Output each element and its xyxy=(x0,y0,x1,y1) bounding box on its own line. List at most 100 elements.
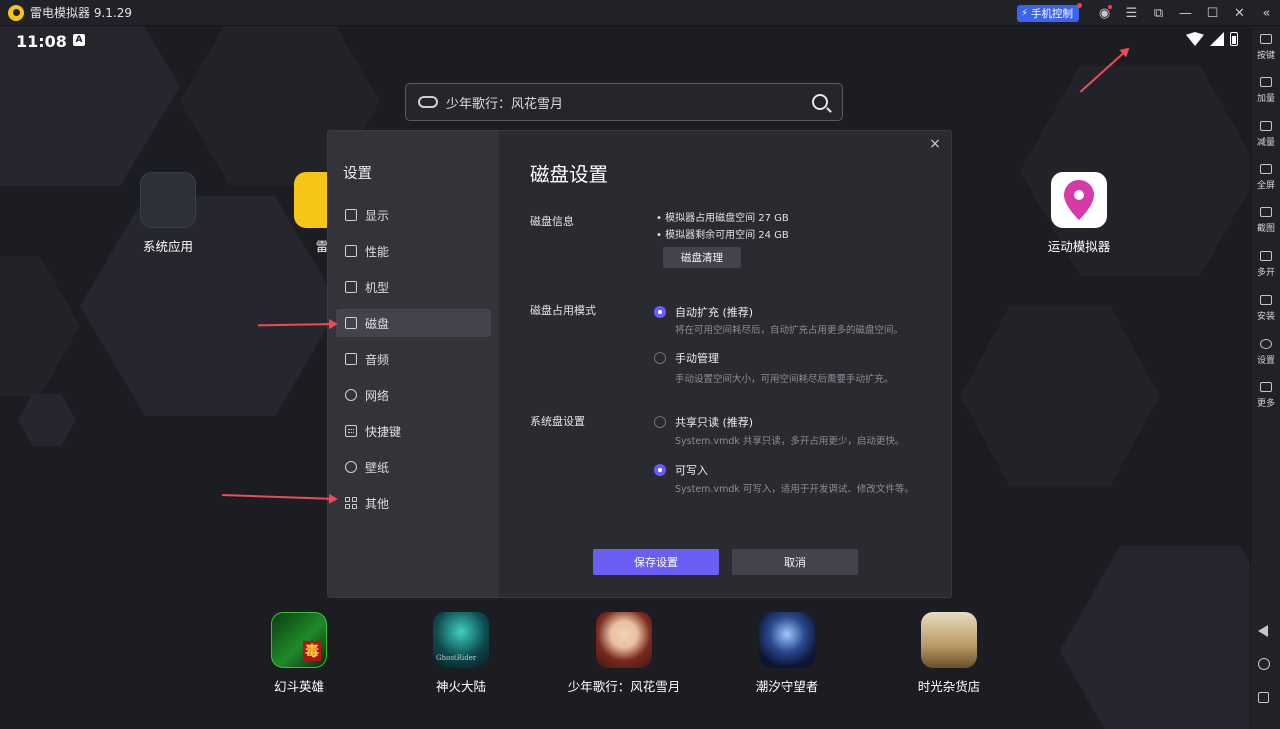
toolbar-fullscreen[interactable]: 全屏 xyxy=(1251,164,1280,191)
save-settings-button[interactable]: 保存设置 xyxy=(593,549,719,575)
toolbar-label: 安装 xyxy=(1256,312,1275,322)
home-icon[interactable] xyxy=(1258,658,1270,670)
cancel-button[interactable]: 取消 xyxy=(732,549,858,575)
app-label: 神火大陆 xyxy=(435,679,486,694)
toolbar-settings[interactable]: 设置 xyxy=(1251,339,1280,366)
nav-label: 机型 xyxy=(365,280,390,295)
app-label: 潮汐守望者 xyxy=(755,679,819,694)
toolbar-keymap[interactable]: 按键 xyxy=(1251,34,1280,61)
install-icon xyxy=(1260,295,1272,305)
toolbar-more[interactable]: 更多 xyxy=(1251,382,1280,409)
keymap-icon xyxy=(1260,34,1272,44)
nav-label: 磁盘 xyxy=(365,316,390,331)
location-pin-icon xyxy=(1051,172,1107,228)
app-label: 时光杂货店 xyxy=(917,679,981,694)
settings-dialog: 设置 显示 性能 机型 磁盘 音频 网络 快捷键 壁纸 其他 × 磁盘设置 磁盘… xyxy=(327,130,952,598)
app-label: 幻斗英雄 xyxy=(273,679,324,694)
app-label: 运动模拟器 xyxy=(1047,239,1111,254)
game-icon-chaoxi xyxy=(759,612,815,668)
toolbar-install[interactable]: 安装 xyxy=(1251,295,1280,322)
network-icon xyxy=(345,389,357,401)
menu-icon[interactable]: ☰ xyxy=(1118,0,1145,26)
toolbar-label: 减量 xyxy=(1256,138,1275,148)
option-label: 自动扩充 (推荐) xyxy=(675,306,754,319)
other-icon xyxy=(345,497,357,509)
system-disk-shared-option[interactable]: 共享只读 (推荐) xyxy=(654,414,753,430)
lightning-icon: ⚡ xyxy=(1020,7,1028,19)
disk-clean-button[interactable]: 磁盘清理 xyxy=(663,247,741,268)
dialog-close-icon[interactable]: × xyxy=(927,136,943,152)
device-model-icon xyxy=(345,281,357,293)
toolbar-label: 设置 xyxy=(1256,356,1275,366)
disk-used-info: • 模拟器占用磁盘空间 27 GB xyxy=(656,213,789,224)
app-chaoxi-shouwangzhe[interactable]: 潮汐守望者 xyxy=(732,612,842,695)
nav-label: 音频 xyxy=(365,352,390,367)
settings-nav-device-model[interactable]: 机型 xyxy=(336,273,491,301)
settings-nav-shortcuts[interactable]: 快捷键 xyxy=(336,417,491,445)
radio-selected[interactable] xyxy=(654,306,666,318)
notification-dot xyxy=(1077,2,1082,8)
radio-unselected[interactable] xyxy=(654,416,666,428)
toolbar-screenshot[interactable]: 截图 xyxy=(1251,207,1280,234)
option-desc: System.vmdk 共享只读，多开占用更少，启动更快。 xyxy=(675,436,905,447)
game-icon-shenhuo: GhostRider xyxy=(433,612,489,668)
toolbar-multi-instance[interactable]: 多开 xyxy=(1251,251,1280,278)
option-label: 共享只读 (推荐) xyxy=(675,416,754,429)
app-huandou-yingxiong[interactable]: 毒 幻斗英雄 xyxy=(244,612,354,695)
minimize-icon[interactable]: — xyxy=(1172,0,1199,26)
volume-up-icon xyxy=(1260,77,1272,87)
fullscreen-icon xyxy=(1260,164,1272,174)
settings-nav-network[interactable]: 网络 xyxy=(336,381,491,409)
nav-label: 显示 xyxy=(365,208,390,223)
clock: 11:08 xyxy=(16,32,67,51)
nav-label: 网络 xyxy=(365,388,390,403)
settings-nav-performance[interactable]: 性能 xyxy=(336,237,491,265)
toolbar-volume-down[interactable]: 减量 xyxy=(1251,121,1280,148)
search-icon[interactable] xyxy=(812,94,828,110)
settings-nav-other[interactable]: 其他 xyxy=(336,489,491,517)
back-icon[interactable] xyxy=(1258,625,1268,637)
close-icon[interactable]: ✕ xyxy=(1226,0,1253,26)
game-badge: 毒 xyxy=(303,641,321,661)
settings-nav-disk[interactable]: 磁盘 xyxy=(336,309,491,337)
toolbar-volume-up[interactable]: 加量 xyxy=(1251,77,1280,104)
collapse-sidebar-icon[interactable]: « xyxy=(1253,0,1280,26)
disk-mode-auto-option[interactable]: 自动扩充 (推荐) xyxy=(654,304,753,320)
app-shaonian-gexing[interactable]: 少年歌行：风花雪月 xyxy=(568,612,680,695)
toolbar-label: 按键 xyxy=(1256,51,1275,61)
settings-nav-wallpaper[interactable]: 壁纸 xyxy=(336,453,491,481)
disk-mode-manual-option[interactable]: 手动管理 xyxy=(654,350,719,366)
disk-mode-label: 磁盘占用模式 xyxy=(530,304,596,317)
maximize-icon[interactable]: ☐ xyxy=(1199,0,1226,26)
app-shiguang-zahuodian[interactable]: 时光杂货店 xyxy=(894,612,1004,695)
option-desc: 将在可用空间耗尽后，自动扩充占用更多的磁盘空间。 xyxy=(675,325,904,336)
radio-unselected[interactable] xyxy=(654,352,666,364)
nav-label: 壁纸 xyxy=(365,460,390,475)
recent-apps-icon[interactable] xyxy=(1258,692,1269,703)
game-icon-shiguang xyxy=(921,612,977,668)
signal-icon xyxy=(1210,32,1224,46)
restore-window-icon[interactable]: ⧉ xyxy=(1145,0,1172,26)
performance-icon xyxy=(345,245,357,257)
settings-nav-audio[interactable]: 音频 xyxy=(336,345,491,373)
app-shenhuo-dalu[interactable]: GhostRider 神火大陆 xyxy=(406,612,516,695)
account-icon[interactable]: ◉ xyxy=(1091,0,1118,26)
game-badge: GhostRider xyxy=(436,654,477,662)
settings-nav-display[interactable]: 显示 xyxy=(336,201,491,229)
app-label: 系统应用 xyxy=(142,239,193,254)
radio-selected[interactable] xyxy=(654,464,666,476)
game-icon-huandou: 毒 xyxy=(271,612,327,668)
settings-icon xyxy=(1260,339,1272,349)
search-bar[interactable]: 少年歌行：风花雪月 xyxy=(405,83,843,121)
display-icon xyxy=(345,209,357,221)
android-status-bar: 11:08 A xyxy=(0,26,1250,56)
notification-icon: A xyxy=(73,34,85,46)
app-logo-icon xyxy=(8,4,24,21)
phone-control-button[interactable]: ⚡ 手机控制 xyxy=(1016,2,1082,22)
option-desc: System.vmdk 可写入，适用于开发调试、修改文件等。 xyxy=(675,484,914,495)
app-system-apps[interactable]: 系统应用 xyxy=(113,172,223,255)
system-disk-writable-option[interactable]: 可写入 xyxy=(654,462,708,478)
app-motion-simulator[interactable]: 运动模拟器 xyxy=(1024,172,1134,255)
settings-sidebar: 设置 显示 性能 机型 磁盘 音频 网络 快捷键 壁纸 其他 xyxy=(328,131,499,597)
disk-free-info: • 模拟器剩余可用空间 24 GB xyxy=(656,230,789,241)
